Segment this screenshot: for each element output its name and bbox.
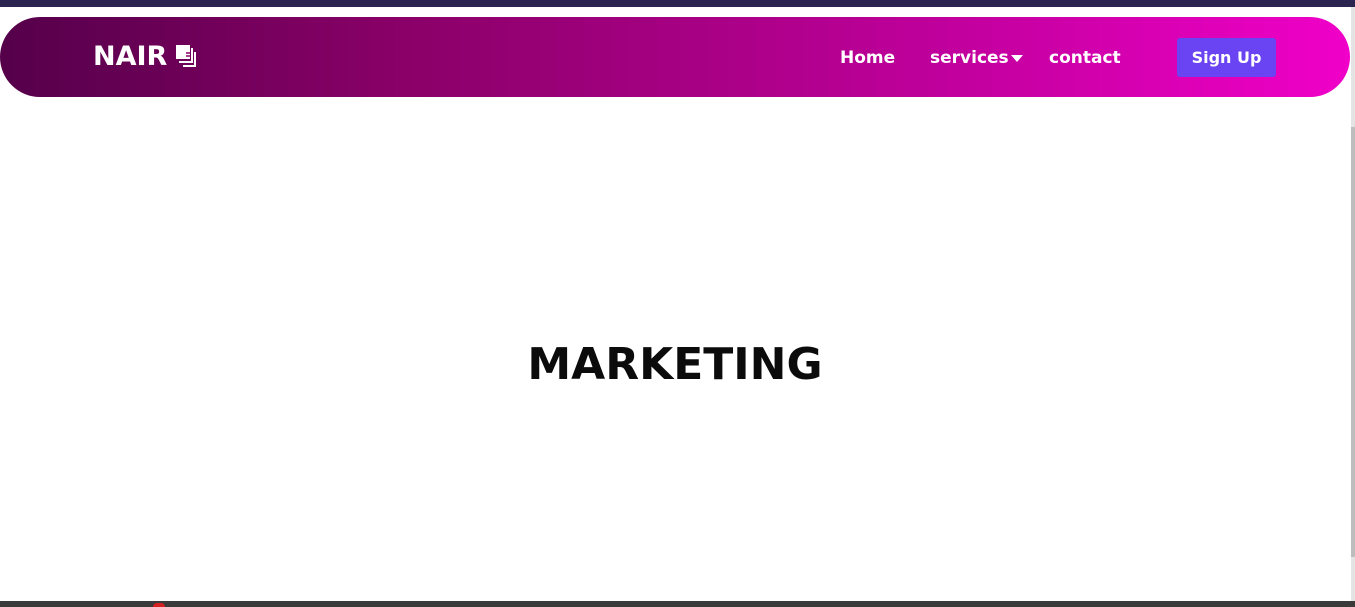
brand-name: NAIR (93, 41, 168, 72)
stacked-squares-logo-icon (175, 44, 197, 70)
navbar: NAIR Home services contact Sign Up (0, 17, 1350, 97)
nav-services-dropdown[interactable]: services (930, 47, 1023, 69)
nav-home-link[interactable]: Home (840, 47, 895, 69)
taskbar-strip (0, 601, 1355, 607)
nav-services-label: services (930, 48, 1009, 68)
scrollbar[interactable] (1351, 7, 1355, 601)
scrollbar-thumb[interactable] (1351, 127, 1355, 557)
taskbar-app-icon[interactable] (153, 603, 165, 607)
brand-logo[interactable]: NAIR (93, 39, 197, 75)
caret-down-icon (1010, 54, 1023, 62)
browser-top-strip (0, 0, 1355, 7)
page-title: MARKETING (527, 339, 823, 390)
nav-contact-link[interactable]: contact (1049, 47, 1121, 69)
signup-button[interactable]: Sign Up (1177, 38, 1276, 77)
